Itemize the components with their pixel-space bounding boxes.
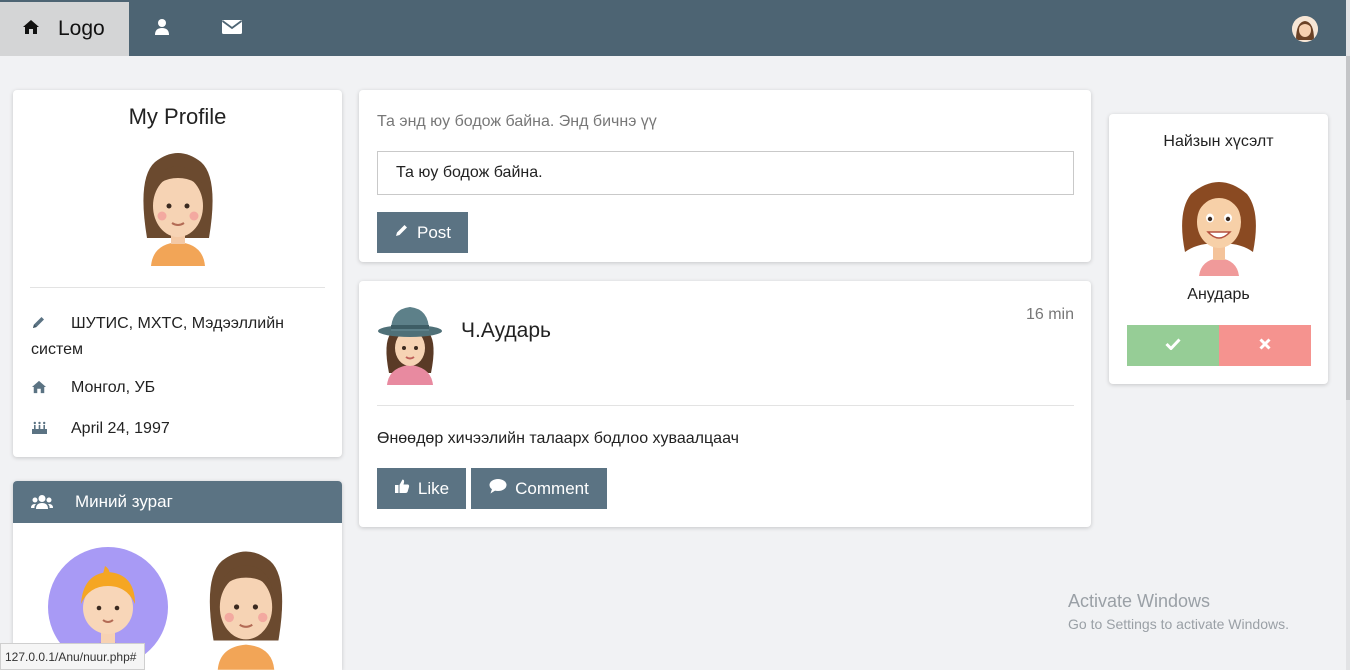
home-icon [31,378,55,402]
account-avatar-button[interactable] [1292,16,1318,42]
decline-request-button[interactable] [1219,325,1311,366]
friend-request-avatar[interactable] [1179,172,1259,281]
home-icon [22,17,40,41]
post-author-avatar[interactable] [377,303,443,390]
logo-label: Logo [58,17,105,40]
profile-divider [30,287,325,288]
home-logo-link[interactable]: Logo [0,2,129,56]
my-photos-header: Миний зураг [13,481,342,523]
activate-windows-title: Activate Windows [1068,591,1211,611]
post-timestamp: 16 min [1025,306,1074,323]
browser-status-url: 127.0.0.1/Anu/nuur.php# [0,643,146,670]
activate-windows-subtitle: Go to Settings to activate Windows. [1068,616,1289,632]
birthday-text: April 24, 1997 [71,420,170,437]
close-icon [1259,338,1271,353]
like-button[interactable]: Like [377,468,466,509]
pencil-icon [394,223,409,243]
post-button[interactable]: Post [377,212,468,253]
avatar [1292,16,1318,42]
post-author-name[interactable]: Ч.Аударь [461,319,551,343]
post-divider [377,405,1074,406]
post-button-label: Post [416,222,452,242]
friend-request-card: Найзын хүсэлт Анударь [1109,114,1328,384]
feed-post-card: Ч.Аударь 16 min Өнөөдөр хичээлийн талаар… [359,281,1091,527]
profile-education: ШУТИС, МХТС, Мэдээллийн систем [31,312,330,362]
post-body-text: Өнөөдөр хичээлийн талаарх бодлоо хуваалц… [377,430,739,447]
envelope-icon [221,19,243,40]
my-photos-card: Миний зураг [13,481,342,670]
accept-request-button[interactable] [1127,325,1219,366]
pencil-icon [31,314,55,338]
profile-title: My Profile [128,104,227,129]
activate-windows-watermark: Activate Windows Go to Settings to activ… [1068,591,1289,632]
profile-location: Монгол, УБ [31,376,330,402]
like-button-label: Like [417,478,450,498]
profile-nav-button[interactable] [130,2,194,56]
top-navbar: Logo [0,0,1346,56]
birthday-cake-icon [31,419,55,443]
status-composer-card: Та энд юу бодож байна. Энд бичнэ үү Post [359,90,1091,262]
comment-button-label: Comment [515,478,589,498]
user-icon [154,18,170,41]
users-icon [31,494,53,510]
my-photos-title: Миний зураг [75,492,173,511]
check-icon [1165,338,1181,353]
photo-thumbnail[interactable] [201,546,291,670]
location-text: Монгол, УБ [71,379,156,396]
profile-birthday: April 24, 1997 [31,417,330,443]
scrollbar-thumb[interactable] [1346,56,1350,400]
composer-prompt: Та энд юу бодож байна. Энд бичнэ үү [377,113,657,130]
comment-icon [489,478,507,499]
profile-avatar [135,148,221,271]
friend-request-title: Найзын хүсэлт [1163,133,1274,150]
comment-button[interactable]: Comment [471,468,607,509]
status-input[interactable] [377,151,1074,195]
profile-card: My Profile ШУТИС, МХТС, Мэдээллийн систе… [13,90,342,457]
messages-nav-button[interactable] [200,2,264,56]
friend-request-name: Анударь [1187,286,1250,303]
thumbs-up-icon [394,478,410,499]
education-text: ШУТИС, МХТС, Мэдээллийн систем [31,315,284,358]
